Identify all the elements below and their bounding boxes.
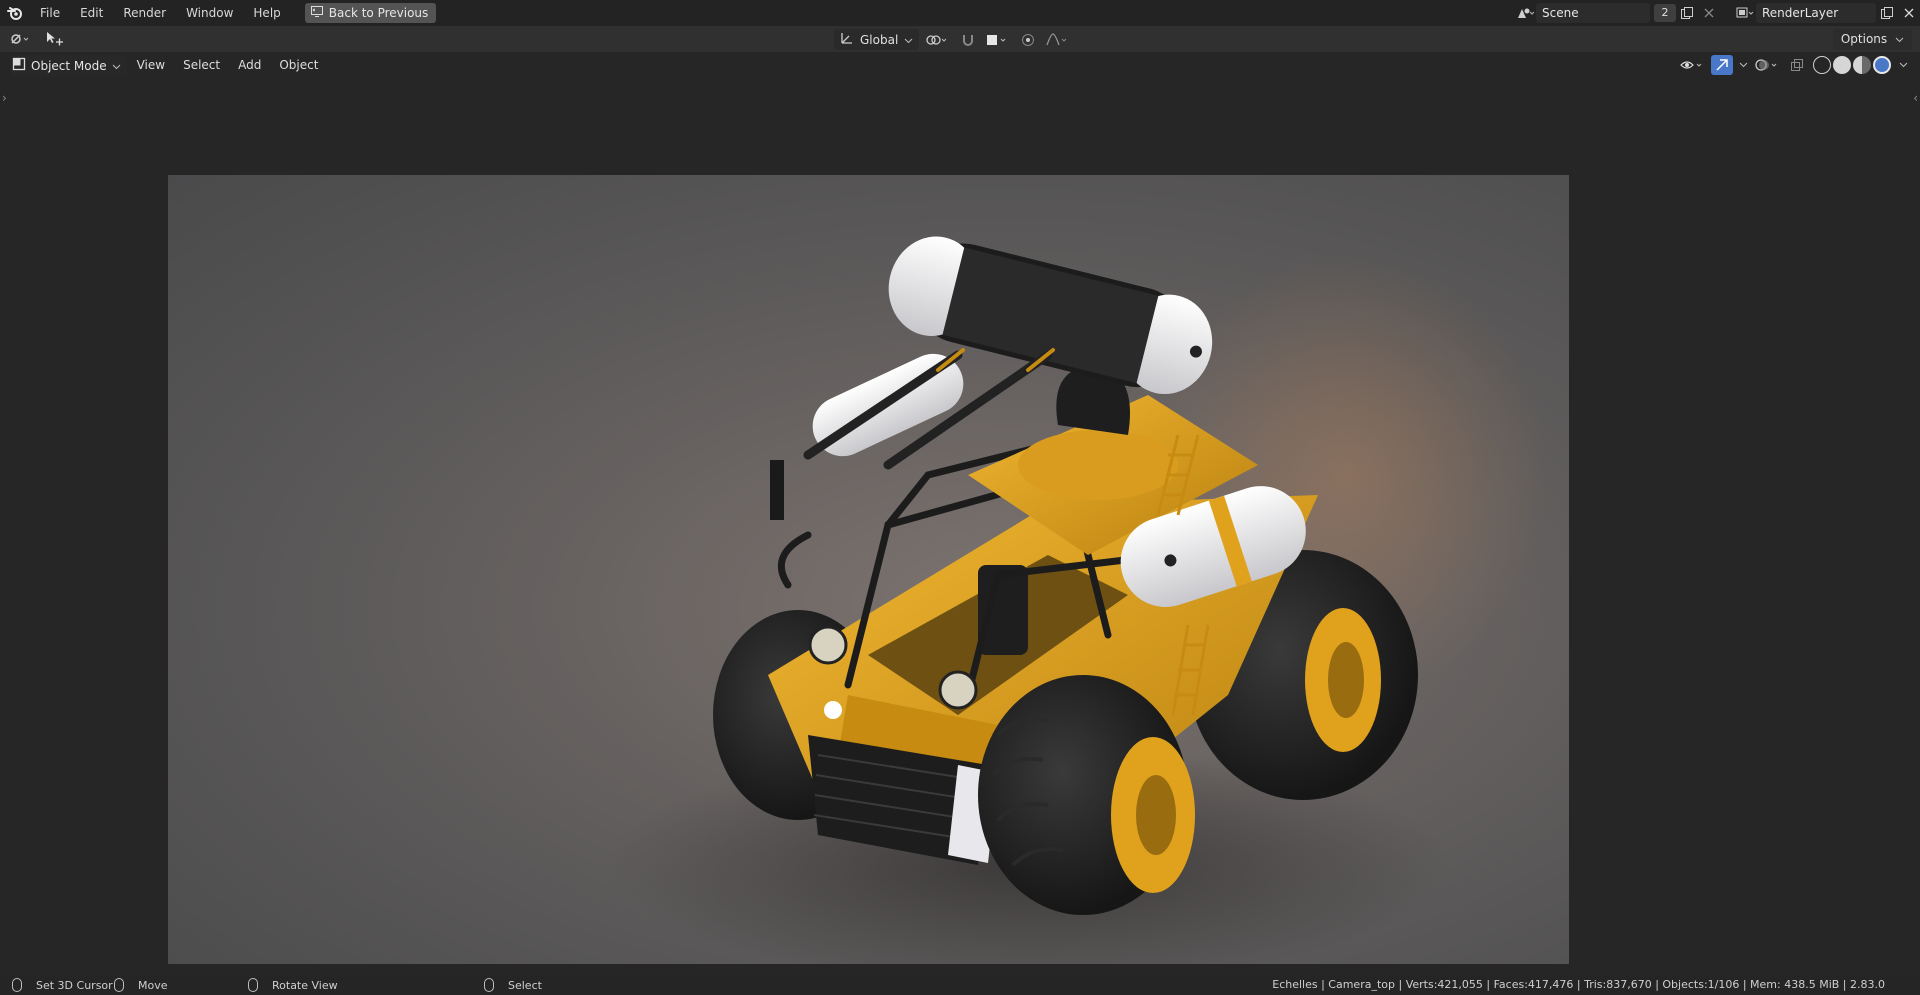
chevron-down-icon[interactable] (1896, 55, 1910, 75)
gizmo-toggle-icon[interactable] (1711, 55, 1733, 75)
object-mode-label: Object Mode (31, 58, 107, 73)
viewport-header-right (1678, 55, 1910, 75)
falloff-curve-icon[interactable] (1043, 30, 1073, 50)
rendered-shading-icon[interactable] (1873, 56, 1891, 74)
hint-select: Select (484, 978, 542, 992)
material-preview-shading-icon[interactable] (1853, 56, 1871, 74)
shading-mode-group (1811, 56, 1893, 74)
editor-type-icon[interactable] (6, 29, 34, 49)
vehicle-render-image (608, 236, 1548, 964)
back-to-previous-label: Back to Previous (328, 6, 429, 20)
view-layer-selector-icon[interactable] (1734, 3, 1756, 23)
render-layer-name: RenderLayer (1762, 6, 1839, 20)
options-label: Options (1840, 32, 1888, 46)
3d-viewport[interactable]: › ‹ (0, 53, 1920, 975)
menu-render[interactable]: Render (113, 0, 176, 26)
camera-view-frame (168, 175, 1569, 964)
viewport-menu-add[interactable]: Add (230, 55, 269, 76)
proportional-editing-icon[interactable] (1017, 30, 1039, 50)
back-to-previous-button[interactable]: Back to Previous (304, 3, 437, 23)
scene-selector-icon[interactable] (1514, 3, 1536, 23)
chevron-down-icon (904, 33, 913, 47)
mouse-right-click-icon (484, 978, 494, 992)
wireframe-shading-icon[interactable] (1813, 56, 1831, 74)
snap-target-icon[interactable] (983, 30, 1013, 50)
object-mode-icon (12, 57, 26, 74)
options-dropdown[interactable]: Options (1832, 29, 1912, 50)
viewport-menu-view[interactable]: View (129, 55, 173, 76)
toolbar-expand-arrow-icon[interactable]: › (2, 91, 7, 105)
orientation-axes-icon (840, 31, 854, 48)
menu-window[interactable]: Window (176, 0, 243, 26)
delete-view-layer-icon[interactable] (1898, 3, 1920, 23)
menu-file[interactable]: File (30, 0, 70, 26)
mouse-drag-icon (114, 978, 124, 992)
render-layer-field[interactable]: RenderLayer (1756, 3, 1876, 23)
mouse-middle-click-icon (248, 978, 258, 992)
scene-statistics: Echelles | Camera_top | Verts:421,055 | … (1272, 978, 1885, 991)
chevron-down-icon (112, 59, 121, 73)
mouse-left-click-icon (12, 978, 22, 992)
status-bar: Set 3D Cursor Move Rotate View Select Ec… (0, 975, 1920, 995)
transform-controls: Global (834, 29, 1073, 50)
xray-toggle-icon[interactable] (1786, 55, 1808, 75)
sidebar-expand-arrow-icon[interactable]: ‹ (1913, 91, 1918, 105)
menu-help[interactable]: Help (243, 0, 290, 26)
chevron-down-icon (1895, 37, 1904, 43)
pivot-point-icon[interactable] (923, 30, 953, 50)
visibility-eye-icon[interactable] (1678, 55, 1708, 75)
new-scene-icon[interactable] (1676, 3, 1698, 23)
viewport-header: Object Mode View Select Add Object (0, 53, 1920, 78)
scene-controls: Scene 2 RenderLayer (1514, 0, 1920, 26)
viewport-header-left: Object Mode View Select Add Object (10, 55, 326, 76)
transform-tool-icon[interactable] (40, 29, 68, 49)
viewport-menu-select[interactable]: Select (175, 55, 228, 76)
orientation-label: Global (860, 32, 899, 47)
chevron-down-icon[interactable] (1736, 55, 1750, 75)
solid-shading-icon[interactable] (1833, 56, 1851, 74)
snap-toggle-icon[interactable] (957, 30, 979, 50)
object-mode-dropdown[interactable]: Object Mode (10, 55, 127, 76)
delete-scene-icon[interactable] (1698, 3, 1720, 23)
tool-header-left (6, 29, 68, 49)
new-view-layer-icon[interactable] (1876, 3, 1898, 23)
overlays-icon[interactable] (1753, 55, 1783, 75)
hint-set-3d-cursor: Set 3D Cursor (12, 978, 113, 992)
back-screen-icon (310, 6, 323, 20)
hint-rotate-view: Rotate View (248, 978, 338, 992)
top-menu-bar: File Edit Render Window Help Back to Pre… (0, 0, 1920, 26)
blender-logo-icon[interactable] (0, 0, 30, 26)
scene-name: Scene (1542, 6, 1579, 20)
tool-header: Global Options (0, 26, 1920, 53)
hint-move: Move (114, 978, 168, 992)
hint-label: Move (138, 978, 168, 992)
transform-orientation-dropdown[interactable]: Global (834, 29, 920, 50)
hint-label: Rotate View (272, 978, 338, 992)
hint-label: Select (508, 978, 542, 992)
hint-label: Set 3D Cursor (36, 978, 113, 992)
viewport-menu-object[interactable]: Object (271, 55, 326, 76)
scene-users-count: 2 (1654, 4, 1676, 22)
menu-edit[interactable]: Edit (70, 0, 113, 26)
scene-name-field[interactable]: Scene (1536, 3, 1650, 23)
